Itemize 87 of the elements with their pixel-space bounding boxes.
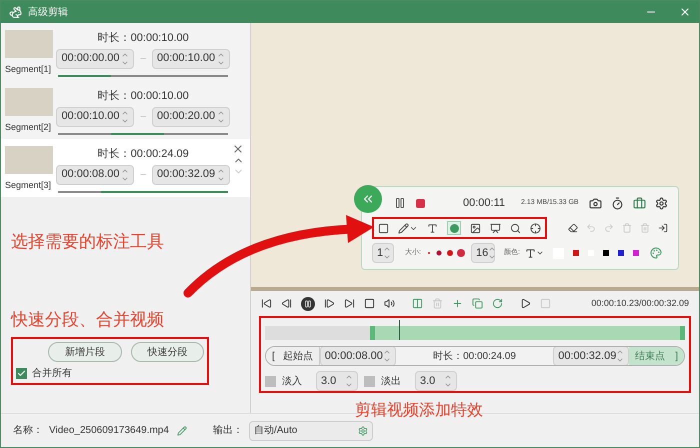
timer-icon[interactable]	[611, 196, 624, 210]
refresh-icon[interactable]	[492, 298, 503, 309]
pause-button[interactable]	[301, 296, 315, 310]
clip-start-field[interactable]: 00:00:08.00	[320, 347, 396, 365]
start-point-button[interactable]: [ 起始点	[266, 347, 320, 365]
end-time-field[interactable]: 00:00:32.09	[152, 164, 230, 184]
color-swatch[interactable]	[602, 250, 609, 256]
output-label: 输出：	[212, 424, 243, 438]
thumbnail-placeholder	[5, 30, 53, 58]
close-icon[interactable]	[232, 143, 244, 155]
fade-label: 淡入	[282, 374, 303, 388]
fade-duration-field[interactable]: 3.0	[316, 371, 358, 391]
font-size-field[interactable]: 16	[470, 243, 495, 263]
copy-icon[interactable]	[472, 298, 483, 309]
toolbox-icon[interactable]	[633, 196, 646, 210]
fade-checkbox[interactable]	[364, 376, 375, 386]
size-dots-icon[interactable]	[426, 248, 466, 258]
pen-tool[interactable]	[398, 222, 418, 234]
skip-end-icon[interactable]	[344, 298, 355, 309]
duration-text: 时长：00:00:10.00	[98, 89, 189, 104]
clip-duration: 时长：00:00:24.09	[432, 350, 517, 364]
rabbit-icon	[9, 6, 22, 18]
window-title: 高级剪辑	[28, 6, 68, 20]
line-width-field[interactable]: 1	[372, 243, 394, 263]
volume-icon[interactable]	[384, 298, 395, 309]
annotation-text: 快速分段、合并视频	[11, 308, 165, 330]
step-forward-icon[interactable]	[324, 298, 335, 309]
color-swatch[interactable]	[632, 250, 639, 256]
text-tool[interactable]	[427, 222, 438, 234]
palette-icon[interactable]	[650, 247, 662, 259]
fade-label: 淡出	[381, 374, 402, 388]
record-time: 00:00:11	[463, 196, 506, 211]
thumbnail-placeholder	[5, 88, 53, 116]
skip-start-icon[interactable]	[261, 298, 272, 309]
exit-icon[interactable]	[658, 223, 668, 233]
segment-label: Segment[3]	[5, 179, 52, 192]
plus-icon[interactable]	[452, 298, 463, 309]
dash-text: –	[140, 52, 146, 66]
duration-text: 时长：00:00:10.00	[98, 31, 189, 46]
start-time-field[interactable]: 00:00:10.00	[56, 106, 134, 126]
camera-icon[interactable]	[589, 196, 602, 210]
thumbnail-placeholder	[5, 146, 53, 174]
end-point-button[interactable]: 结束点 ]	[629, 347, 684, 365]
segment-label: Segment[2]	[5, 121, 52, 134]
merge-label: 合并所有	[32, 366, 72, 381]
pause-icon[interactable]	[394, 197, 406, 209]
text-color-icon[interactable]	[524, 248, 536, 258]
close-icon[interactable]	[679, 6, 691, 18]
end-time-field[interactable]: 00:00:10.00	[152, 48, 230, 68]
segment-label: Segment[1]	[5, 63, 52, 76]
fade-duration-field[interactable]: 3.0	[415, 371, 457, 391]
clip-range[interactable]	[370, 326, 685, 340]
segment-action-button[interactable]: 新增片段	[48, 342, 122, 362]
color-swatch[interactable]	[572, 250, 579, 256]
pause-icon[interactable]	[304, 300, 312, 308]
marker-tool[interactable]	[447, 221, 461, 235]
playback-time: 00:00:10.23/00:00:32.09	[591, 296, 689, 310]
segment-row[interactable]: Segment[3] 时长：00:00:24.09 00:00:08.00 – 00:00:32.09	[1, 139, 250, 197]
color-swatch[interactable]	[618, 250, 624, 256]
caret-icon[interactable]	[536, 249, 544, 257]
rectangle-tool[interactable]	[378, 222, 389, 234]
target-tool[interactable]	[530, 222, 541, 234]
text-color-dropdown[interactable]	[524, 248, 544, 258]
stop-icon[interactable]	[364, 298, 375, 309]
segment-action-button[interactable]: 快速分段	[130, 342, 204, 362]
edit-icon[interactable]	[176, 426, 187, 436]
merge-checkbox[interactable]	[16, 368, 27, 379]
settings-icon[interactable]	[655, 196, 668, 210]
start-time-field[interactable]: 00:00:00.00	[56, 48, 134, 68]
eraser-icon[interactable]	[568, 223, 578, 233]
dash-text: –	[140, 110, 146, 124]
dash-text: –	[140, 168, 146, 182]
end-time-field[interactable]: 00:00:20.00	[152, 106, 230, 126]
image-tool[interactable]	[470, 222, 481, 234]
name-label: 名称：	[13, 424, 43, 438]
board-tool[interactable]	[490, 222, 501, 234]
timeline-track[interactable]	[265, 326, 685, 340]
split-icon[interactable]	[412, 298, 423, 309]
step-back-icon[interactable]	[281, 298, 292, 309]
annotation-text: 选择需要的标注工具	[11, 231, 165, 253]
clip-end-field[interactable]: 00:00:32.09	[553, 347, 630, 365]
start-time-field[interactable]: 00:00:08.00	[56, 164, 134, 184]
annotation-text: 剪辑视频添加特效	[355, 400, 484, 421]
file-name: Video_250609173649.mp4	[49, 424, 169, 438]
duration-text: 时长：00:00:24.09	[98, 147, 189, 162]
fade-checkbox[interactable]	[265, 376, 276, 386]
output-dropdown[interactable]: 自动/Auto	[248, 420, 373, 440]
